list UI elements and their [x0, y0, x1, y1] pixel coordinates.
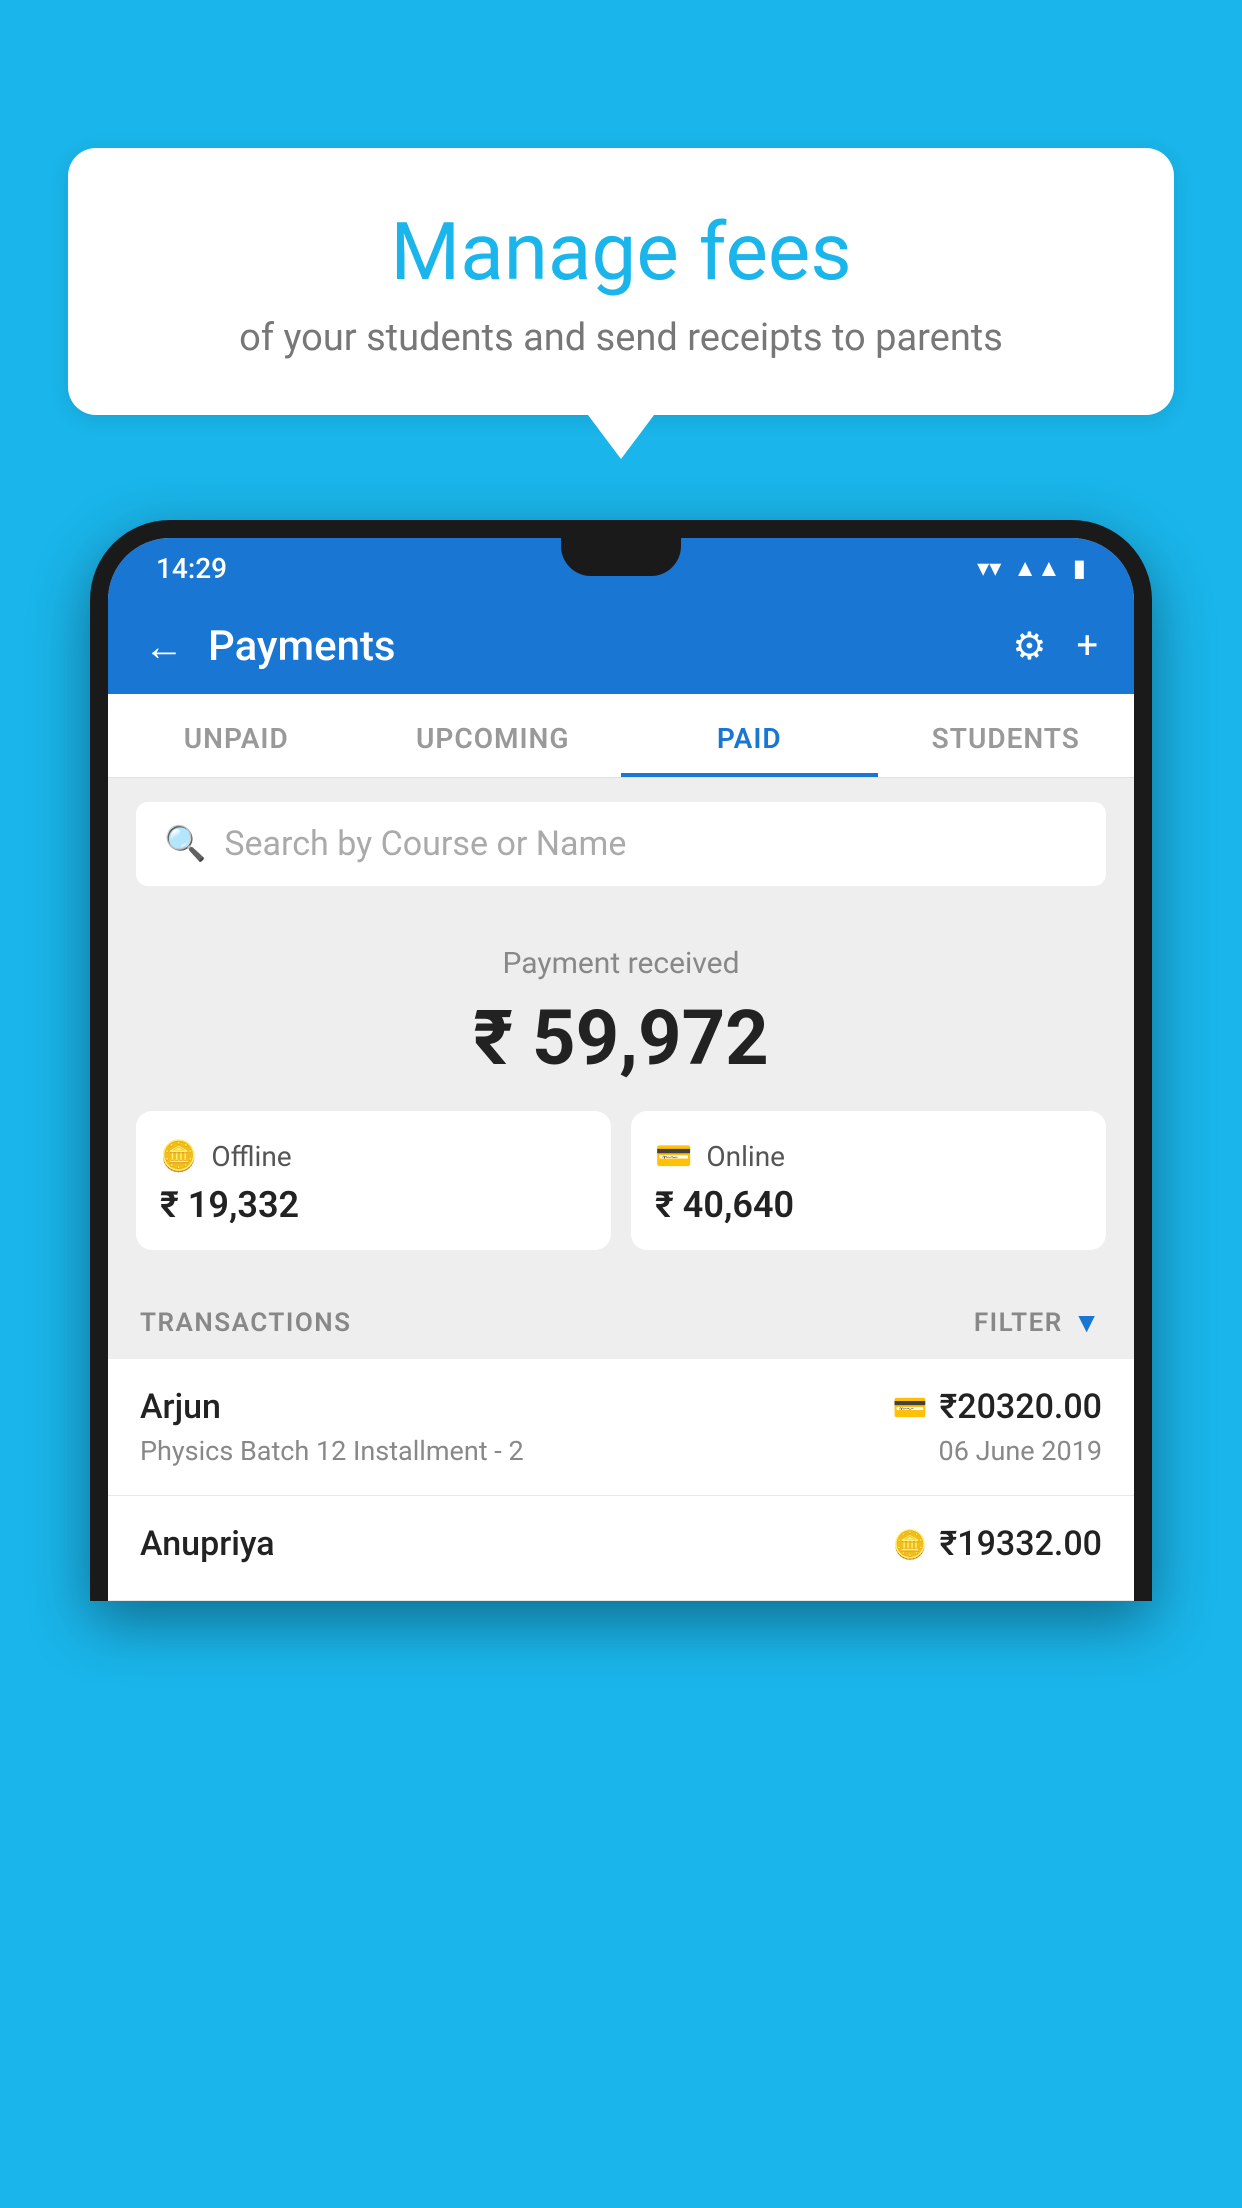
payment-cards: 🪙 Offline ₹ 19,332 💳 Online ₹ 40,640 [136, 1111, 1106, 1250]
offline-amount: ₹ 19,332 [160, 1184, 587, 1226]
offline-icon: 🪙 [160, 1139, 197, 1174]
transaction-amount-row: 💳 ₹20320.00 [893, 1387, 1102, 1427]
tooltip-subtitle: of your students and send receipts to pa… [128, 316, 1114, 360]
transaction-name: Anupriya [140, 1524, 275, 1564]
header-title: Payments [208, 622, 988, 671]
table-row[interactable]: Anupriya 🪙 ₹19332.00 [108, 1496, 1134, 1601]
tab-paid[interactable]: PAID [621, 694, 878, 777]
add-icon[interactable]: + [1076, 624, 1098, 668]
search-bar[interactable]: 🔍 Search by Course or Name [136, 802, 1106, 886]
tooltip-title: Manage fees [128, 208, 1114, 296]
battery-icon: ▮ [1073, 554, 1086, 582]
payment-method-icon: 🪙 [893, 1528, 928, 1561]
settings-icon[interactable]: ⚙ [1012, 624, 1046, 669]
tabs: UNPAID UPCOMING PAID STUDENTS [108, 694, 1134, 778]
online-card: 💳 Online ₹ 40,640 [631, 1111, 1106, 1250]
app-header: ← Payments ⚙ + [108, 598, 1134, 694]
status-icons: ▾▾ ▲▲ ▮ [977, 554, 1086, 583]
transaction-date: 06 June 2019 [939, 1435, 1102, 1467]
offline-card: 🪙 Offline ₹ 19,332 [136, 1111, 611, 1250]
transaction-name: Arjun [140, 1387, 221, 1427]
payment-received-label: Payment received [136, 946, 1106, 981]
search-input[interactable]: Search by Course or Name [224, 824, 626, 864]
tooltip-card: Manage fees of your students and send re… [68, 148, 1174, 415]
online-amount: ₹ 40,640 [655, 1184, 1082, 1226]
back-button[interactable]: ← [144, 623, 184, 670]
notch [561, 538, 681, 576]
status-time: 14:29 [156, 552, 227, 585]
transactions-header: TRANSACTIONS FILTER ▼ [108, 1278, 1134, 1359]
filter-label: FILTER [974, 1308, 1063, 1338]
header-icons: ⚙ + [1012, 624, 1098, 669]
transaction-list: Arjun 💳 ₹20320.00 Physics Batch 12 Insta… [108, 1359, 1134, 1601]
offline-label: Offline [211, 1140, 291, 1173]
phone-screen: 14:29 ▾▾ ▲▲ ▮ ← Payments ⚙ + UNPAID UP [108, 538, 1134, 1601]
search-section: 🔍 Search by Course or Name [108, 778, 1134, 910]
status-bar: 14:29 ▾▾ ▲▲ ▮ [108, 538, 1134, 598]
phone-container: 14:29 ▾▾ ▲▲ ▮ ← Payments ⚙ + UNPAID UP [90, 520, 1152, 2208]
transaction-amount: ₹19332.00 [940, 1524, 1102, 1564]
signal-icon: ▲▲ [1013, 554, 1061, 583]
filter-button[interactable]: FILTER ▼ [974, 1306, 1102, 1339]
transactions-label: TRANSACTIONS [140, 1308, 352, 1338]
payment-summary: Payment received ₹ 59,972 🪙 Offline ₹ 19… [108, 910, 1134, 1278]
phone-frame: 14:29 ▾▾ ▲▲ ▮ ← Payments ⚙ + UNPAID UP [90, 520, 1152, 1601]
wifi-icon: ▾▾ [977, 554, 1001, 582]
online-label: Online [706, 1140, 785, 1173]
transaction-amount-row: 🪙 ₹19332.00 [893, 1524, 1102, 1564]
payment-method-icon: 💳 [893, 1391, 928, 1424]
search-icon: 🔍 [164, 824, 206, 864]
tab-upcoming[interactable]: UPCOMING [365, 694, 622, 777]
transaction-amount: ₹20320.00 [940, 1387, 1102, 1427]
payment-total-amount: ₹ 59,972 [136, 993, 1106, 1083]
tab-students[interactable]: STUDENTS [878, 694, 1135, 777]
filter-icon: ▼ [1073, 1306, 1102, 1339]
tab-unpaid[interactable]: UNPAID [108, 694, 365, 777]
online-icon: 💳 [655, 1139, 692, 1174]
table-row[interactable]: Arjun 💳 ₹20320.00 Physics Batch 12 Insta… [108, 1359, 1134, 1496]
transaction-course: Physics Batch 12 Installment - 2 [140, 1435, 524, 1467]
